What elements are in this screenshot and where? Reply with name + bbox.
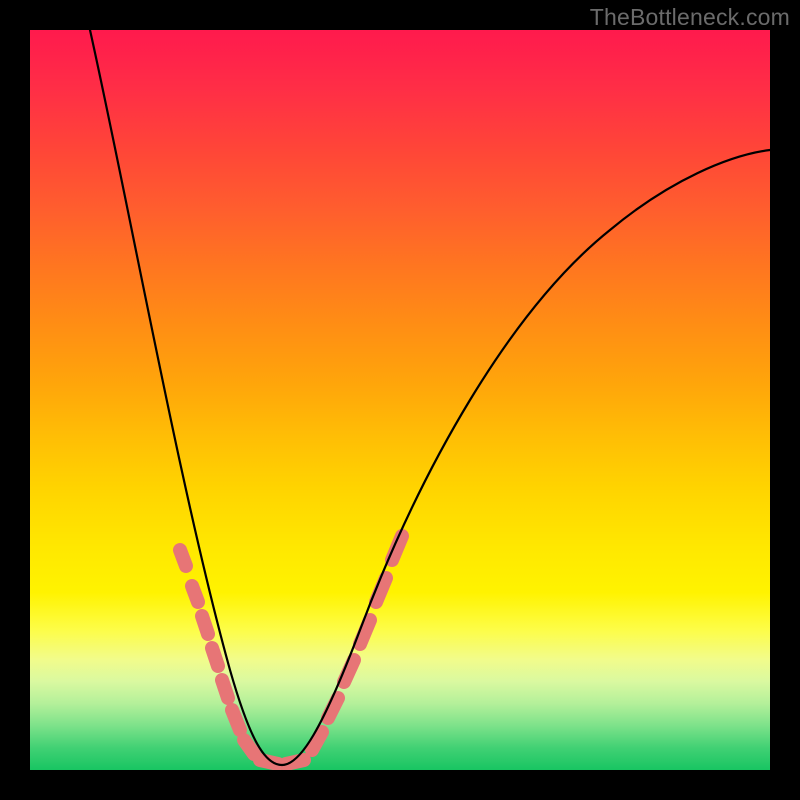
plot-area <box>30 30 770 770</box>
chart-stage: TheBottleneck.com <box>0 0 800 800</box>
bottleneck-curve <box>90 30 770 765</box>
curve-dots <box>180 536 402 764</box>
watermark-text: TheBottleneck.com <box>590 4 790 31</box>
curve-layer <box>30 30 770 770</box>
